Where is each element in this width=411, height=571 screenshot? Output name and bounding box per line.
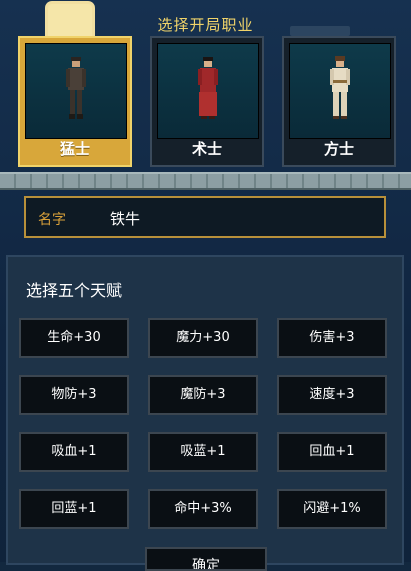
taoist-figure-icon	[330, 56, 350, 119]
talent-button[interactable]: 生命+30	[19, 318, 129, 358]
talent-button[interactable]: 命中+3%	[148, 489, 258, 529]
talent-button[interactable]: 魔防+3	[148, 375, 258, 415]
talent-button[interactable]: 速度+3	[277, 375, 387, 415]
talent-panel-title: 选择五个天赋	[26, 281, 123, 300]
talent-button[interactable]: 回血+1	[277, 432, 387, 472]
class-portrait	[289, 43, 391, 139]
name-value[interactable]: 铁牛	[110, 208, 140, 229]
talent-button[interactable]: 闪避+1%	[277, 489, 387, 529]
talent-button[interactable]: 吸血+1	[19, 432, 129, 472]
stone-wall-divider	[0, 172, 411, 190]
page-title: 选择开局职业	[157, 16, 254, 34]
class-card-taoist[interactable]: 方士	[282, 36, 396, 167]
class-label: 术士	[191, 140, 222, 158]
talent-button[interactable]: 回蓝+1	[19, 489, 129, 529]
class-portrait	[157, 43, 259, 139]
class-label: 猛士	[59, 140, 90, 158]
class-portrait	[25, 43, 127, 139]
class-label: 方士	[323, 140, 354, 158]
talent-button[interactable]: 伤害+3	[277, 318, 387, 358]
name-field[interactable]: 名字 铁牛	[24, 196, 386, 238]
mage-figure-icon	[198, 57, 218, 119]
warrior-figure-icon	[66, 57, 86, 119]
class-card-warrior[interactable]: 猛士	[18, 36, 132, 167]
talent-button[interactable]: 魔力+30	[148, 318, 258, 358]
class-card-mage[interactable]: 术士	[150, 36, 264, 167]
talent-button[interactable]: 吸蓝+1	[148, 432, 258, 472]
name-label: 名字	[38, 212, 66, 228]
confirm-button[interactable]: 确定	[145, 547, 267, 571]
talent-button[interactable]: 物防+3	[19, 375, 129, 415]
